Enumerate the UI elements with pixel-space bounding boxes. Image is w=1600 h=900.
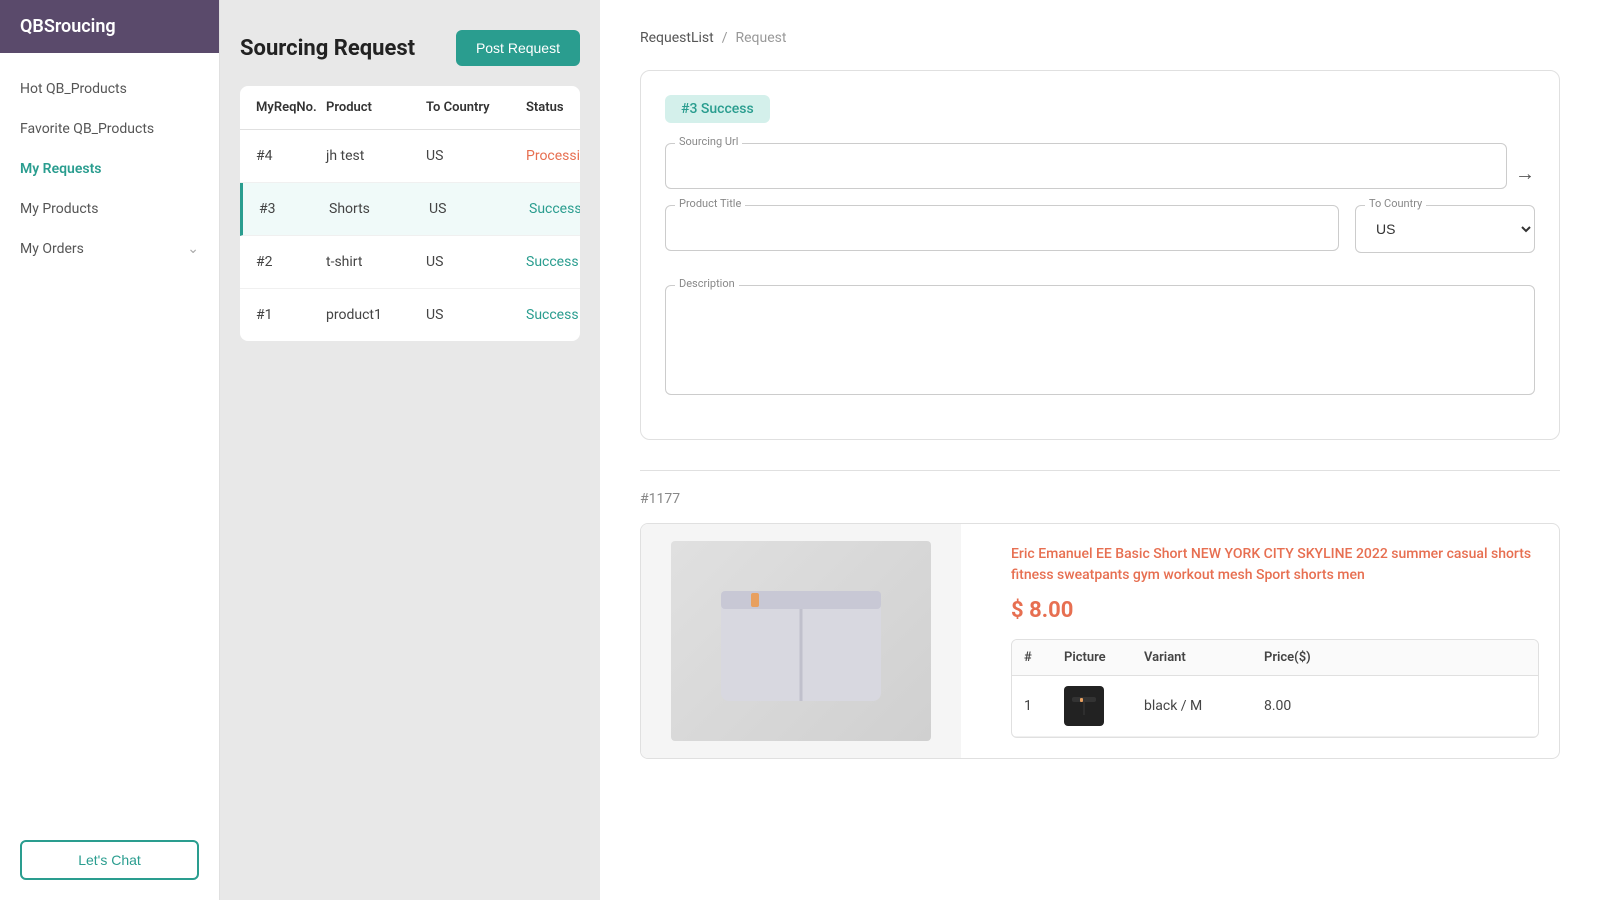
post-request-button[interactable]: Post Request xyxy=(456,30,580,66)
brand-logo: QBSroucing xyxy=(0,0,219,53)
table-row[interactable]: #3 Shorts US Success xyxy=(240,183,580,236)
to-country-field: To Country US xyxy=(1355,205,1535,253)
variant-price: 8.00 xyxy=(1264,698,1344,714)
col-status: Status xyxy=(526,100,580,115)
col-country: To Country xyxy=(426,100,526,115)
sourcing-url-arrow-button[interactable]: → xyxy=(1515,163,1535,186)
product-1: product1 xyxy=(326,307,426,323)
table-panel: Sourcing Request Post Request MyReqNo. P… xyxy=(220,0,600,900)
product-price: $ 8.00 xyxy=(1011,598,1539,623)
variant-row: 1 black / M 8.00 xyxy=(1012,676,1538,737)
requests-table: MyReqNo. Product To Country Status #4 jh… xyxy=(240,86,580,341)
detail-panel: RequestList / Request #3 Success Sourcin… xyxy=(600,0,1600,900)
variant-num: 1 xyxy=(1024,698,1064,714)
brand-name: QBSroucing xyxy=(20,16,116,37)
variants-col-price: Price($) xyxy=(1264,650,1344,665)
req-no-3: #3 xyxy=(259,201,329,217)
sidebar: QBSroucing Hot QB_Products Favorite QB_P… xyxy=(0,0,220,900)
sidebar-item-hot-qb[interactable]: Hot QB_Products xyxy=(0,69,219,109)
table-row[interactable]: #4 jh test US Processing xyxy=(240,130,580,183)
country-4: US xyxy=(426,148,526,164)
variants-header: # Picture Variant Price($) xyxy=(1012,640,1538,676)
sidebar-item-my-orders[interactable]: My Orders ⌄ xyxy=(0,229,219,269)
variants-col-num: # xyxy=(1024,650,1064,665)
status-1: Success xyxy=(526,307,580,323)
to-country-select[interactable]: US xyxy=(1355,205,1535,253)
product-name: Eric Emanuel EE Basic Short NEW YORK CIT… xyxy=(1011,544,1539,586)
sidebar-item-favorite-qb[interactable]: Favorite QB_Products xyxy=(0,109,219,149)
country-3: US xyxy=(429,201,529,217)
product-result-id: #1177 xyxy=(640,491,1560,507)
sourcing-url-row: Sourcing Url → xyxy=(665,143,1535,205)
description-field: Description xyxy=(665,285,1535,399)
table-header: MyReqNo. Product To Country Status xyxy=(240,86,580,130)
variant-name: black / M xyxy=(1144,698,1264,714)
breadcrumb-list[interactable]: RequestList xyxy=(640,30,714,46)
variants-col-picture: Picture xyxy=(1064,650,1144,665)
variant-shorts-icon xyxy=(1069,691,1099,721)
req-no-2: #2 xyxy=(256,254,326,270)
product-2: t-shirt xyxy=(326,254,426,270)
sidebar-bottom: Let's Chat xyxy=(0,820,219,900)
table-row[interactable]: #2 t-shirt US Success xyxy=(240,236,580,289)
table-row[interactable]: #1 product1 US Success xyxy=(240,289,580,341)
lets-chat-button[interactable]: Let's Chat xyxy=(20,840,199,880)
sidebar-item-my-products[interactable]: My Products xyxy=(0,189,219,229)
req-no-1: #1 xyxy=(256,307,326,323)
product-title-input[interactable] xyxy=(665,205,1339,251)
country-1: US xyxy=(426,307,526,323)
sidebar-item-my-requests[interactable]: My Requests xyxy=(0,149,219,189)
chevron-down-icon: ⌄ xyxy=(187,241,199,257)
divider xyxy=(640,470,1560,471)
table-panel-header: Sourcing Request Post Request xyxy=(240,30,580,66)
product-info: Eric Emanuel EE Basic Short NEW YORK CIT… xyxy=(991,524,1559,758)
product-country-row: Product Title To Country US xyxy=(665,205,1535,269)
sourcing-request-title: Sourcing Request xyxy=(240,36,415,61)
description-textarea[interactable] xyxy=(665,285,1535,395)
country-2: US xyxy=(426,254,526,270)
sourcing-url-label: Sourcing Url xyxy=(675,135,742,148)
col-req-no: MyReqNo. xyxy=(256,100,326,115)
sourcing-url-field: Sourcing Url xyxy=(665,143,1507,189)
product-4: jh test xyxy=(326,148,426,164)
product-image xyxy=(671,541,931,741)
breadcrumb-separator: / xyxy=(722,30,728,46)
variants-table: # Picture Variant Price($) 1 xyxy=(1011,639,1539,738)
status-4: Processing xyxy=(526,148,580,164)
req-no-4: #4 xyxy=(256,148,326,164)
product-title-label: Product Title xyxy=(675,197,745,210)
col-product: Product xyxy=(326,100,426,115)
main-content: Sourcing Request Post Request MyReqNo. P… xyxy=(220,0,1600,900)
description-label: Description xyxy=(675,277,739,290)
product-image-area xyxy=(641,524,961,758)
sourcing-url-input[interactable] xyxy=(665,143,1507,189)
status-3: Success xyxy=(529,201,580,217)
product-result-card: Eric Emanuel EE Basic Short NEW YORK CIT… xyxy=(640,523,1560,759)
breadcrumb-current: Request xyxy=(736,30,787,46)
to-country-label: To Country xyxy=(1365,197,1426,210)
sidebar-nav: Hot QB_Products Favorite QB_Products My … xyxy=(0,53,219,820)
variants-col-variant: Variant xyxy=(1144,650,1264,665)
breadcrumb: RequestList / Request xyxy=(640,30,1560,46)
success-badge: #3 Success xyxy=(665,95,770,123)
request-card: #3 Success Sourcing Url → Product Title … xyxy=(640,70,1560,440)
variant-picture xyxy=(1064,686,1104,726)
product-title-field: Product Title xyxy=(665,205,1339,253)
status-2: Success xyxy=(526,254,580,270)
product-shorts-illustration xyxy=(711,581,891,741)
product-3: Shorts xyxy=(329,201,429,217)
